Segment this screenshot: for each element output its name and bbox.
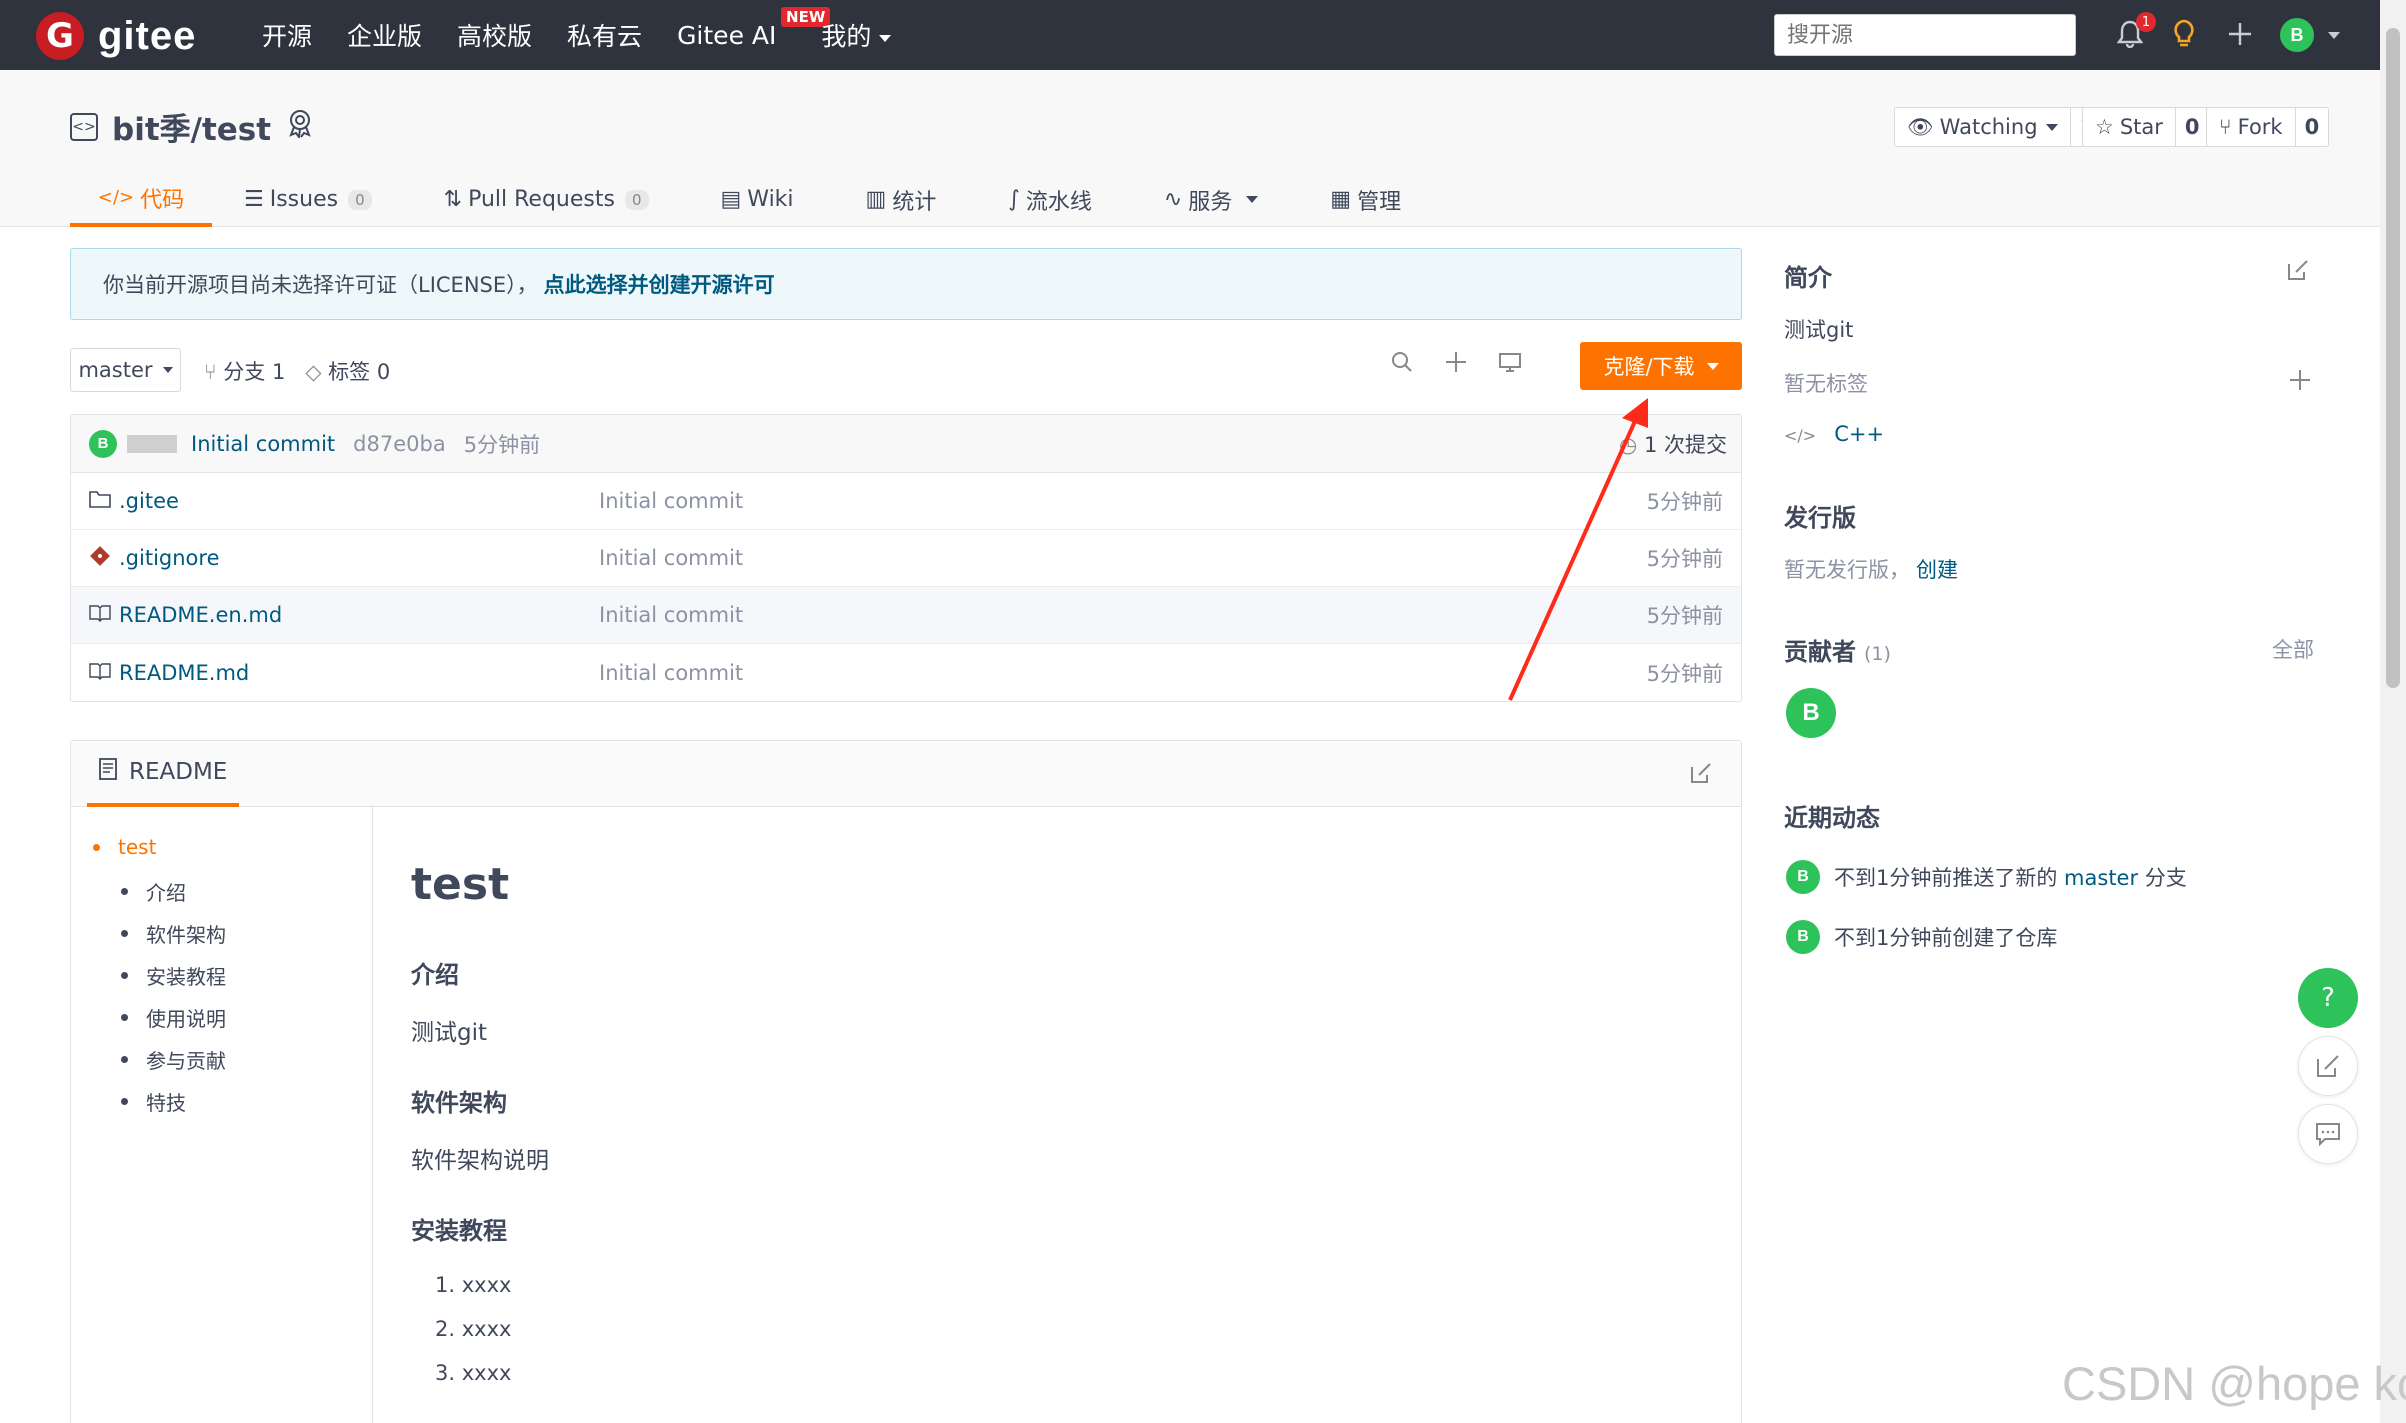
annotation-arrow: [1508, 398, 1648, 701]
watermark: CSDN @hope kc: [2062, 1357, 2406, 1410]
annotation-arrow-line: [1508, 409, 1642, 701]
